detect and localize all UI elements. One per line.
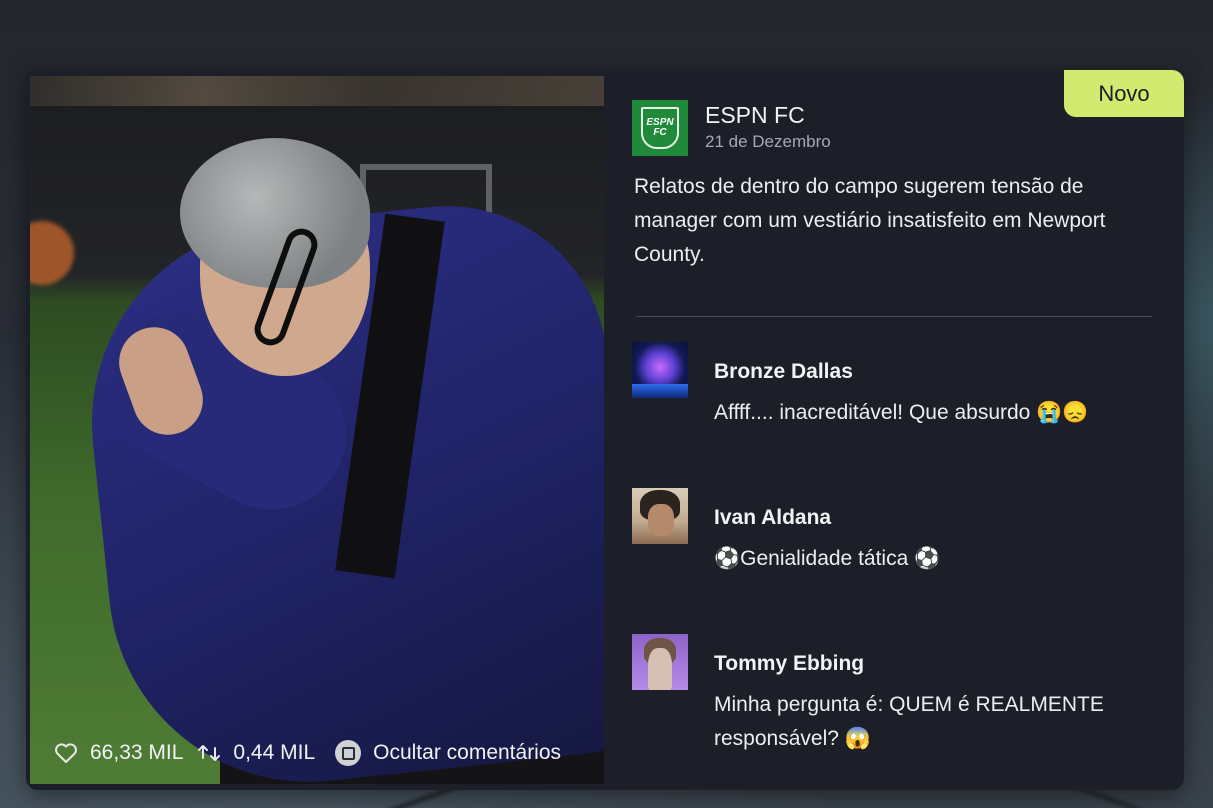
news-post-card: 66,33 MIL 0,44 MIL Ocultar comentários N…	[26, 70, 1184, 790]
comment-text: Affff.... inacreditável! Que absurdo 😭😞	[714, 401, 1089, 424]
square-button-icon	[335, 740, 362, 766]
heart-icon	[54, 742, 78, 764]
espn-fc-shield-icon: ESPN FC	[641, 107, 679, 149]
espn-fc-logo: ESPN FC	[632, 100, 688, 156]
comment-author[interactable]: Tommy Ebbing	[714, 652, 864, 676]
avatar[interactable]	[632, 488, 688, 544]
source-name: ESPN FC	[705, 102, 805, 128]
like-count: 66,33 MIL	[90, 741, 184, 764]
repost-stat[interactable]: 0,44 MIL	[197, 741, 315, 765]
avatar[interactable]	[632, 342, 688, 398]
new-badge: Novo	[1064, 70, 1184, 117]
like-stat[interactable]: 66,33 MIL	[54, 741, 183, 765]
comment-author[interactable]: Ivan Aldana	[714, 506, 831, 530]
repost-icon	[197, 742, 221, 764]
hide-comments-label: Ocultar comentários	[373, 741, 562, 764]
post-stats: 66,33 MIL 0,44 MIL Ocultar comentários	[54, 740, 561, 766]
comment-author[interactable]: Bronze Dallas	[714, 360, 853, 384]
repost-count: 0,44 MIL	[233, 741, 316, 764]
comment-text: ⚽Genialidade tática ⚽	[714, 547, 941, 570]
comment-text: Minha pergunta é: QUEM é REALMENTE respo…	[714, 693, 1104, 750]
hide-comments-button[interactable]: Ocultar comentários	[335, 740, 561, 766]
divider	[636, 316, 1152, 317]
avatar[interactable]	[632, 634, 688, 690]
post-date: 21 de Dezembro	[705, 132, 831, 151]
post-headline: Relatos de dentro do campo sugerem tensã…	[634, 175, 1106, 266]
post-image: 66,33 MIL 0,44 MIL Ocultar comentários	[30, 76, 604, 784]
